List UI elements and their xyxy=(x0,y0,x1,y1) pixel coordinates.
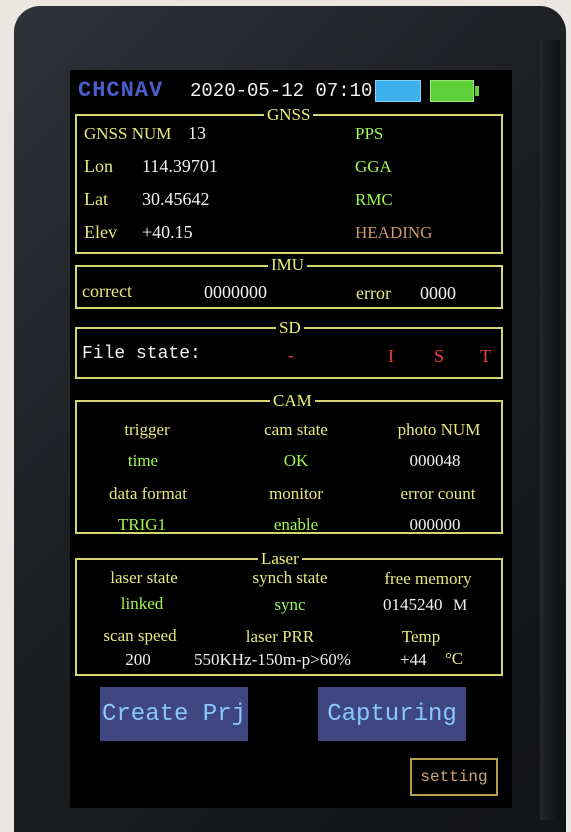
laser-title: Laser xyxy=(258,550,302,568)
rmc-status: RMC xyxy=(355,190,393,209)
cam-state-value: OK xyxy=(283,451,309,470)
elev-label: Elev xyxy=(84,222,117,242)
device-screen: CHCNAV 2020-05-12 07:10 GNSS GNSS NUM 13… xyxy=(70,70,512,808)
cam-title: CAM xyxy=(270,392,315,410)
laser-state-header: laser state xyxy=(110,568,178,587)
cam-error-count-header: error count xyxy=(400,484,476,503)
file-state-label: File state: xyxy=(82,344,201,364)
scan-speed-value: 200 xyxy=(125,650,151,669)
cam-photo-num-header: photo NUM xyxy=(397,420,481,439)
scan-speed-header: scan speed xyxy=(103,626,177,645)
synch-state-header: synch state xyxy=(252,568,328,587)
device-edge xyxy=(540,40,560,820)
laser-prr-value: 550KHz-150m-p>60% xyxy=(194,650,351,669)
imu-correct-value: 0000000 xyxy=(204,282,267,302)
create-project-button[interactable]: Create Prj xyxy=(100,687,248,741)
setting-button[interactable]: setting xyxy=(410,758,498,796)
pps-status: PPS xyxy=(355,124,384,143)
gnss-num-label: GNSS NUM xyxy=(84,124,172,143)
imu-error-label: error xyxy=(356,283,391,303)
lat-value: 30.45642 xyxy=(142,189,210,209)
laser-state-value: linked xyxy=(120,594,164,613)
free-memory-unit: M xyxy=(453,597,468,614)
capturing-button[interactable]: Capturing xyxy=(318,687,466,741)
elev-value: +40.15 xyxy=(142,222,193,242)
gnss-title: GNSS xyxy=(264,106,314,124)
sd-flag-i: I xyxy=(388,346,394,366)
cam-trigger-value: time xyxy=(127,451,159,470)
cam-data-format-header: data format xyxy=(109,484,187,503)
cam-monitor-value: enable xyxy=(273,515,319,534)
brand-logo: CHCNAV xyxy=(78,78,164,103)
gnss-num-value: 13 xyxy=(188,123,206,143)
free-memory-value: 0145240 xyxy=(383,595,443,614)
imu-correct-label: correct xyxy=(82,281,132,301)
gga-status: GGA xyxy=(355,157,392,176)
lat-label: Lat xyxy=(84,189,108,209)
cam-monitor-header: monitor xyxy=(269,484,323,503)
imu-title: IMU xyxy=(268,256,308,274)
header-bar: CHCNAV 2020-05-12 07:10 xyxy=(70,70,512,110)
battery-tip xyxy=(475,86,479,96)
imu-error-value: 0000 xyxy=(420,283,456,303)
lon-label: Lon xyxy=(84,156,113,176)
lon-value: 114.39701 xyxy=(142,156,218,176)
file-state-value: - xyxy=(288,345,294,365)
sd-flag-s: S xyxy=(434,346,445,366)
free-memory-header: free memory xyxy=(384,569,472,588)
temp-value: +44 xyxy=(400,650,427,669)
cam-data-format-value: TRIG1 xyxy=(117,515,167,534)
cam-photo-num-value: 000048 xyxy=(409,451,461,470)
heading-status: HEADING xyxy=(355,223,433,242)
battery-icon-2 xyxy=(430,80,474,102)
cam-error-count-value: 000000 xyxy=(409,515,461,534)
temp-header: Temp xyxy=(401,627,441,646)
sd-title: SD xyxy=(276,319,304,337)
synch-state-value: sync xyxy=(274,595,306,614)
cam-state-header: cam state xyxy=(264,420,328,439)
battery-icon-1 xyxy=(375,80,421,102)
laser-prr-header: laser PRR xyxy=(245,627,315,646)
temp-unit: °C xyxy=(445,649,464,668)
datetime-display: 2020-05-12 07:10 xyxy=(190,80,373,102)
sd-flag-t: T xyxy=(480,346,491,366)
cam-trigger-header: trigger xyxy=(124,420,170,439)
